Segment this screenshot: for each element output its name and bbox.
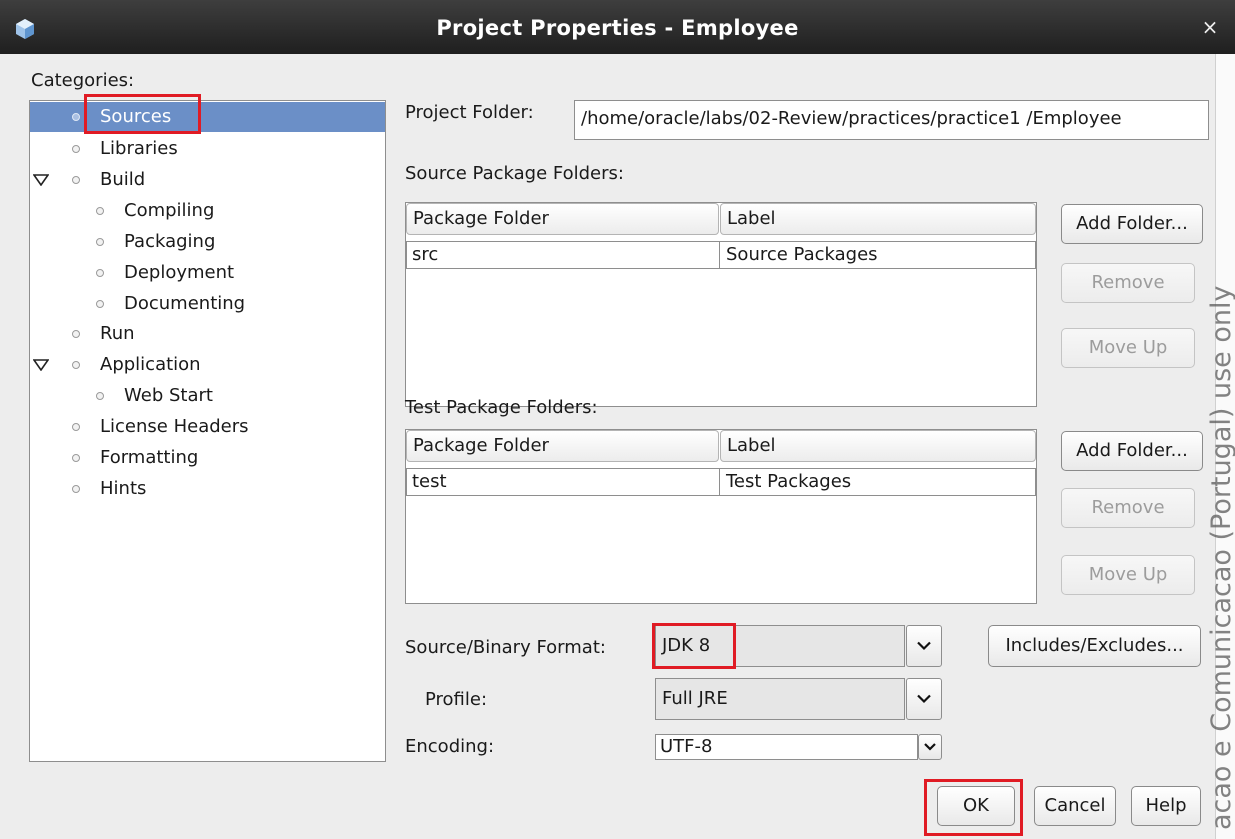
annotation-highlight-ok (924, 779, 1023, 836)
source-binary-format-dropdown[interactable] (906, 625, 942, 667)
category-label: Formatting (100, 447, 199, 468)
includes-excludes-button[interactable]: Includes/Excludes... (988, 625, 1201, 667)
category-label: Hints (100, 478, 147, 499)
tree-node-bullet-icon (72, 145, 80, 153)
chevron-down-icon (924, 743, 936, 751)
category-libraries[interactable]: Libraries (30, 134, 385, 164)
column-header-package-folder[interactable]: Package Folder (406, 430, 719, 462)
encoding-label: Encoding: (405, 736, 495, 757)
tree-node-bullet-icon (72, 485, 80, 493)
category-license-headers[interactable]: License Headers (30, 412, 385, 442)
cell-label: Source Packages (726, 244, 878, 265)
category-label: License Headers (100, 416, 249, 437)
tree-node-bullet-icon (72, 361, 80, 369)
project-folder-label: Project Folder: (405, 102, 534, 123)
help-button[interactable]: Help (1131, 786, 1201, 826)
category-label: Compiling (124, 200, 215, 221)
profile-label: Profile: (425, 689, 488, 710)
source-package-folders-label: Source Package Folders: (405, 163, 624, 184)
column-header-label[interactable]: Label (720, 203, 1036, 235)
profile-dropdown[interactable] (906, 678, 942, 720)
test-package-folders-label: Test Package Folders: (405, 397, 598, 418)
expanded-triangle-icon[interactable] (33, 174, 49, 186)
source-binary-format-label: Source/Binary Format: (405, 637, 606, 658)
category-label: Web Start (124, 385, 213, 406)
category-label: Deployment (124, 262, 235, 283)
tree-node-bullet-icon (72, 113, 80, 121)
tree-node-bullet-icon (72, 330, 80, 338)
background-window-edge (1062, 0, 1235, 10)
cancel-button[interactable]: Cancel (1034, 786, 1116, 826)
source-add-folder-button[interactable]: Add Folder... (1061, 204, 1203, 244)
category-web-start[interactable]: Web Start (30, 381, 385, 411)
category-application[interactable]: Application (30, 350, 385, 380)
category-label: Run (100, 323, 135, 344)
category-label: Application (100, 354, 201, 375)
category-label: Build (100, 169, 146, 190)
window-title: Project Properties - Employee (436, 16, 799, 40)
tree-node-bullet-icon (72, 423, 80, 431)
category-label: Documenting (124, 293, 246, 314)
cell-label: Test Packages (726, 471, 852, 492)
tree-node-bullet-icon (72, 176, 80, 184)
tree-node-bullet-icon (96, 269, 104, 277)
test-folders-table[interactable]: Package Folder Label test Test Packages (405, 429, 1037, 604)
watermark-text: acao e Comunicacao (Portugal) use only (1206, 285, 1235, 830)
category-run[interactable]: Run (30, 319, 385, 349)
table-row[interactable]: test Test Packages (406, 468, 1036, 496)
close-icon[interactable]: × (1199, 16, 1221, 38)
category-label: Libraries (100, 138, 178, 159)
cell-package-folder: test (407, 469, 720, 495)
chevron-down-icon (917, 694, 931, 704)
category-build[interactable]: Build (30, 165, 385, 195)
category-label: Packaging (124, 231, 216, 252)
encoding-select[interactable]: UTF-8 (655, 734, 918, 760)
project-folder-field[interactable]: /home/oracle/labs/02-Review/practices/pr… (574, 100, 1209, 140)
test-move-up-button[interactable]: Move Up (1061, 555, 1195, 595)
title-bar: Project Properties - Employee × (0, 0, 1235, 54)
annotation-highlight-sources (84, 94, 201, 134)
category-deployment[interactable]: Deployment (30, 258, 385, 288)
tree-node-bullet-icon (96, 207, 104, 215)
categories-tree[interactable]: Sources Libraries Build Compiling Packag… (29, 100, 386, 762)
table-row[interactable]: src Source Packages (406, 241, 1036, 269)
category-packaging[interactable]: Packaging (30, 227, 385, 257)
expanded-triangle-icon[interactable] (33, 359, 49, 371)
category-documenting[interactable]: Documenting (30, 289, 385, 319)
profile-select[interactable]: Full JRE (655, 678, 905, 720)
categories-label: Categories: (31, 70, 135, 91)
encoding-dropdown[interactable] (918, 734, 942, 760)
chevron-down-icon (917, 641, 931, 651)
tree-node-bullet-icon (72, 454, 80, 462)
test-add-folder-button[interactable]: Add Folder... (1061, 431, 1203, 471)
source-remove-button[interactable]: Remove (1061, 263, 1195, 303)
category-hints[interactable]: Hints (30, 474, 385, 504)
annotation-highlight-jdk (652, 623, 736, 669)
source-move-up-button[interactable]: Move Up (1061, 328, 1195, 368)
category-compiling[interactable]: Compiling (30, 196, 385, 226)
test-remove-button[interactable]: Remove (1061, 488, 1195, 528)
tree-node-bullet-icon (96, 392, 104, 400)
tree-node-bullet-icon (96, 300, 104, 308)
column-header-label[interactable]: Label (720, 430, 1036, 462)
source-folders-table[interactable]: Package Folder Label src Source Packages (405, 202, 1037, 407)
tree-node-bullet-icon (96, 238, 104, 246)
cell-package-folder: src (407, 242, 720, 268)
category-formatting[interactable]: Formatting (30, 443, 385, 473)
column-header-package-folder[interactable]: Package Folder (406, 203, 719, 235)
